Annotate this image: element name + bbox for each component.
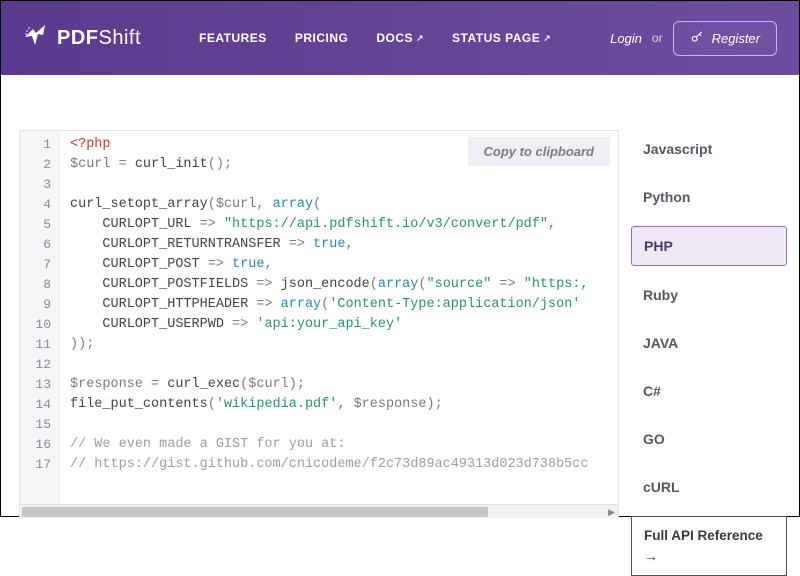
copy-to-clipboard-button[interactable]: Copy to clipboard	[468, 137, 611, 166]
horizontal-scrollbar[interactable]: ▶	[20, 504, 618, 518]
lang-java[interactable]: JAVA	[631, 324, 787, 362]
line-number: 9	[20, 295, 51, 315]
lang-curl[interactable]: cURL	[631, 468, 787, 506]
external-link-icon: ↗	[416, 33, 424, 44]
line-number: 2	[20, 155, 51, 175]
main: Copy to clipboard 1 2 3 4 5 6 7 8 9 10 1…	[1, 75, 799, 518]
line-number: 15	[20, 415, 51, 435]
logo-text-light: Shift	[99, 27, 142, 49]
key-icon	[690, 30, 704, 47]
line-number: 16	[20, 435, 51, 455]
full-api-reference-button[interactable]: Full API Reference →	[631, 516, 787, 576]
line-number: 6	[20, 235, 51, 255]
login-link[interactable]: Login	[610, 31, 642, 46]
line-number: 17	[20, 455, 51, 475]
line-number: 12	[20, 355, 51, 375]
nav-pricing[interactable]: PRICING	[295, 31, 349, 45]
lang-php[interactable]: PHP	[631, 226, 787, 266]
nav-status-page[interactable]: STATUS PAGE↗	[452, 31, 551, 45]
lang-csharp[interactable]: C#	[631, 372, 787, 410]
logo-text-bold: PDF	[57, 27, 99, 49]
code-content: <?php $curl = curl_init(); curl_setopt_a…	[60, 131, 618, 504]
lang-ruby[interactable]: Ruby	[631, 276, 787, 314]
header: PDFShift FEATURES PRICING DOCS↗ STATUS P…	[1, 1, 799, 75]
nav-features[interactable]: FEATURES	[199, 31, 267, 45]
lang-python[interactable]: Python	[631, 178, 787, 216]
code-scroll: 1 2 3 4 5 6 7 8 9 10 11 12 13 14 15 16 1…	[20, 131, 618, 504]
line-number: 7	[20, 255, 51, 275]
line-number: 8	[20, 275, 51, 295]
language-sidebar: Javascript Python PHP Ruby JAVA C# GO cU…	[619, 130, 799, 518]
lang-go[interactable]: GO	[631, 420, 787, 458]
auth-area: Login or Register	[610, 21, 777, 56]
register-button[interactable]: Register	[673, 21, 777, 56]
scrollbar-thumb[interactable]	[22, 507, 488, 517]
code-panel: Copy to clipboard 1 2 3 4 5 6 7 8 9 10 1…	[19, 130, 619, 518]
line-number: 10	[20, 315, 51, 335]
scroll-right-icon[interactable]: ▶	[608, 505, 615, 518]
line-number: 11	[20, 335, 51, 355]
nav: FEATURES PRICING DOCS↗ STATUS PAGE↗	[199, 31, 551, 45]
line-number: 4	[20, 195, 51, 215]
logo[interactable]: PDFShift	[23, 23, 141, 53]
bird-origami-icon	[23, 23, 49, 53]
arrow-right-icon: →	[644, 547, 774, 565]
lang-javascript[interactable]: Javascript	[631, 130, 787, 168]
line-number: 3	[20, 175, 51, 195]
external-link-icon: ↗	[543, 33, 551, 44]
nav-docs[interactable]: DOCS↗	[376, 31, 424, 45]
line-number: 13	[20, 375, 51, 395]
line-number: 14	[20, 395, 51, 415]
line-gutter: 1 2 3 4 5 6 7 8 9 10 11 12 13 14 15 16 1…	[20, 131, 60, 504]
or-text: or	[652, 31, 663, 45]
line-number: 1	[20, 135, 51, 155]
line-number: 5	[20, 215, 51, 235]
